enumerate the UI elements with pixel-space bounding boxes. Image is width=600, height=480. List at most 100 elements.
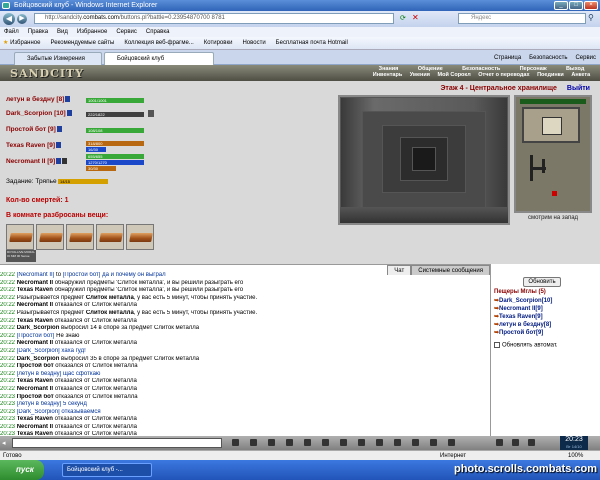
nav-fights[interactable]: Поединки — [537, 72, 564, 78]
online-user[interactable]: ➥Texas Raven[9] — [494, 313, 543, 320]
help-icon[interactable] — [528, 439, 535, 446]
maximize-button[interactable]: □ — [569, 1, 583, 10]
fav-link-3[interactable]: Новости — [242, 37, 265, 49]
settings-icon[interactable] — [430, 439, 437, 446]
chat-nick[interactable]: Texas Raven — [17, 378, 53, 384]
auto-refresh-checkbox[interactable]: Обновлять автомат. — [494, 342, 558, 349]
chat-input[interactable] — [12, 438, 222, 448]
chat-nick[interactable]: [Простой бот] — [63, 272, 101, 278]
refresh-button[interactable]: Обновить — [523, 277, 561, 287]
nav-skills[interactable]: Умения — [410, 72, 430, 78]
player-row[interactable]: Dark_Scorpion [10] — [6, 110, 72, 122]
chat-nick[interactable]: Dark_Scorpion — [17, 325, 60, 331]
translit-icon[interactable] — [304, 439, 311, 446]
minimap[interactable] — [514, 95, 592, 213]
chat-nick[interactable]: щас сфоткаю — [61, 371, 100, 377]
chat-nick[interactable]: Dark_Scorpion — [17, 356, 60, 362]
chat-nick[interactable]: хаха гуд! — [60, 348, 85, 354]
exit-link[interactable]: Выйти — [567, 85, 590, 92]
metal-ingot-item[interactable] — [36, 224, 64, 250]
close-button[interactable]: × — [584, 1, 598, 10]
menu-icon[interactable]: ◂ — [2, 439, 6, 447]
chat-nick[interactable]: Necromant II — [17, 424, 53, 430]
stop-icon[interactable]: ✕ — [412, 13, 419, 22]
send-icon[interactable] — [232, 439, 239, 446]
nav-transfers[interactable]: Отчет о переводах — [478, 72, 529, 78]
player-row[interactable]: Texas Raven [9] — [6, 142, 62, 154]
filter-icon[interactable] — [286, 439, 293, 446]
cmd-tools[interactable]: Сервис — [575, 53, 596, 63]
sound-icon[interactable] — [340, 439, 347, 446]
chat-nick[interactable]: Texas Raven — [17, 287, 53, 293]
chat-nick[interactable]: отказываемся — [60, 409, 100, 415]
chat-nick[interactable]: Texas Raven — [17, 318, 53, 324]
search-icon[interactable]: ⚲ — [588, 13, 594, 22]
minimize-button[interactable]: _ — [554, 1, 568, 10]
url-field[interactable]: http://sandcity.combats.com/buttons.pl?b… — [34, 13, 394, 24]
clear-icon[interactable] — [250, 439, 257, 446]
player-row[interactable]: Necromant II [9] — [6, 158, 68, 170]
chat-nick[interactable]: Necromant II — [17, 280, 53, 286]
chat-nick[interactable]: [летун в бездну] — [17, 401, 62, 407]
chat-nick[interactable]: [Dark_Scorpion] — [17, 348, 60, 354]
online-user[interactable]: ➥Dark_Scorpion[10] — [494, 297, 552, 304]
online-user[interactable]: ➥Простой бот[9] — [494, 329, 543, 336]
chat-nick[interactable]: Texas Raven — [17, 416, 53, 422]
banner-sign[interactable]: ROYALLIVE MORAL Ot MM 00 Sense — [6, 250, 36, 262]
menu-file[interactable]: Файл — [4, 27, 19, 37]
chat-nick[interactable]: Простой бот — [17, 363, 54, 369]
compass[interactable] — [522, 107, 580, 143]
smiles-icon[interactable] — [268, 439, 275, 446]
book-icon[interactable] — [394, 439, 401, 446]
nav-mysorokl[interactable]: Мой Сорокл — [438, 72, 471, 78]
tab-combats[interactable]: Бойцовский клуб — [104, 52, 214, 65]
tools-icon[interactable] — [512, 439, 519, 446]
nav-profile[interactable]: Анкета — [571, 72, 590, 78]
player-row[interactable]: Простой бот [9] — [6, 126, 62, 138]
cmd-page[interactable]: Страница — [494, 53, 521, 63]
menu-favorites[interactable]: Избранное — [77, 27, 107, 37]
fav-link-4[interactable]: Бесплатная почта Hotmail — [276, 37, 348, 49]
nav-inventory[interactable]: Инвентарь — [373, 72, 402, 78]
taskbar-window-button[interactable]: Бойцовский клуб -... — [62, 463, 152, 477]
menu-edit[interactable]: Правка — [28, 27, 48, 37]
chat-nick[interactable]: Necromant II — [17, 386, 53, 392]
scroll-icon[interactable] — [322, 439, 329, 446]
favorites-button[interactable]: ★ Избранное — [3, 37, 40, 49]
chat-nick[interactable]: Necromant II — [17, 340, 53, 346]
online-user[interactable]: ➥летун в бездну[8] — [494, 321, 551, 328]
chat-nick[interactable]: Necromant II — [17, 302, 53, 308]
home-icon[interactable] — [448, 439, 455, 446]
lock-icon[interactable] — [376, 439, 383, 446]
metal-ingot-item[interactable] — [126, 224, 154, 250]
forward-icon[interactable]: ▶ — [17, 14, 27, 24]
chat-nick[interactable]: [Dark_Scorpion] — [17, 409, 60, 415]
metal-ingot-item[interactable] — [6, 224, 34, 250]
cmd-security[interactable]: Безопасность — [529, 53, 567, 63]
metal-ingot-item[interactable] — [66, 224, 94, 250]
chat-nick[interactable]: 5 секунд — [61, 401, 87, 407]
menu-help[interactable]: Справка — [146, 27, 170, 37]
fav-link-0[interactable]: Рекомендуемые сайты — [50, 37, 114, 49]
friends-icon[interactable] — [496, 439, 503, 446]
chat-nick[interactable]: [летун в бездну] — [17, 371, 62, 377]
menu-tools[interactable]: Сервис — [116, 27, 137, 37]
metal-ingot-item[interactable] — [96, 224, 124, 250]
fav-link-2[interactable]: Котировки — [204, 37, 233, 49]
online-user[interactable]: ➥Necromant II[9] — [494, 305, 543, 312]
refresh-icon[interactable]: ⟳ — [400, 14, 406, 22]
search-input[interactable]: Яндекс — [458, 13, 586, 24]
start-button[interactable]: пуск — [0, 460, 44, 480]
chat-nick[interactable]: [Necromant II] — [17, 272, 55, 278]
chat-nick[interactable]: [Простой бот] — [17, 333, 55, 339]
tab-zabytye[interactable]: Забытые Измерения — [14, 52, 102, 65]
dungeon-view[interactable] — [338, 95, 510, 225]
fav-link-1[interactable]: Коллекция веб-фрагме... — [124, 37, 193, 49]
menu-view[interactable]: Вид — [57, 27, 68, 37]
search-users-icon[interactable] — [412, 439, 419, 446]
player-row[interactable]: летун в бездну [8] — [6, 96, 71, 108]
chat-nick[interactable]: да и почему он выграл — [100, 272, 166, 278]
chat-nick[interactable]: Простой бот — [17, 394, 54, 400]
back-icon[interactable]: ◀ — [3, 13, 15, 25]
mail-icon[interactable] — [358, 439, 365, 446]
